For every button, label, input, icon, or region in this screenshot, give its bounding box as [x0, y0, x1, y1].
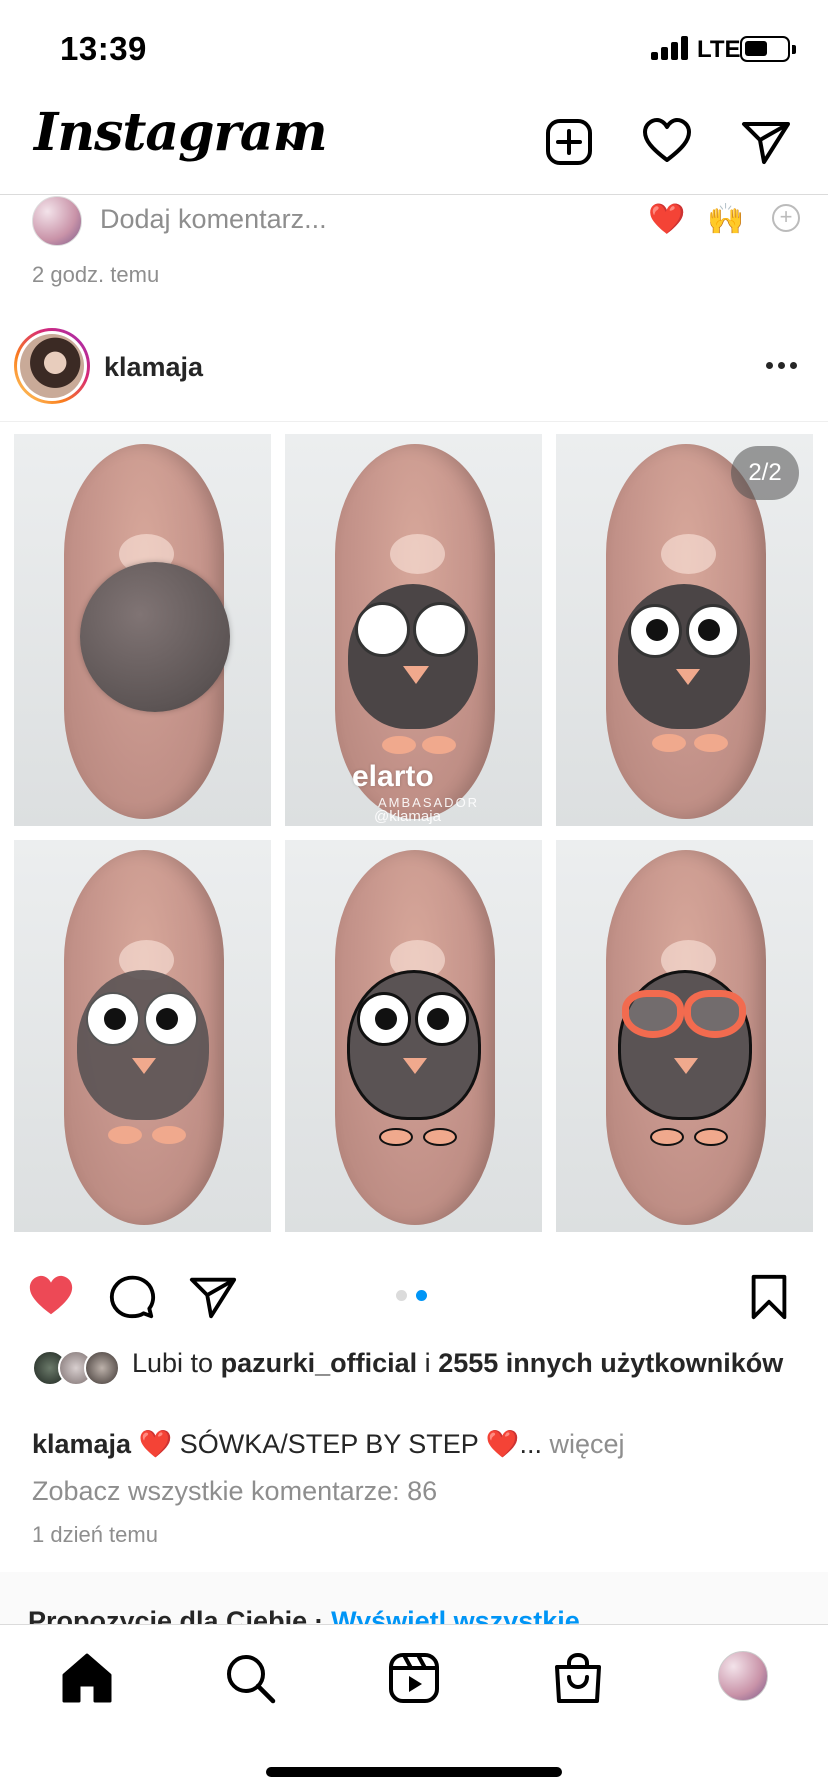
- carousel-dot-active: [416, 1290, 427, 1301]
- avatar: [20, 334, 84, 398]
- home-indicator[interactable]: [266, 1767, 562, 1777]
- carousel-counter: 2/2: [731, 446, 799, 500]
- quick-emoji-heart[interactable]: ❤️: [648, 202, 685, 237]
- likes-summary[interactable]: Lubi to pazurki_official i 2555 innych u…: [132, 1346, 802, 1380]
- share-icon[interactable]: [188, 1272, 238, 1322]
- post-timestamp: 1 dzień temu: [32, 1522, 158, 1547]
- heart-icon[interactable]: [641, 116, 693, 168]
- carousel-dot: [396, 1290, 407, 1301]
- comment-input[interactable]: Dodaj komentarz...: [100, 204, 327, 235]
- network-type: LTE: [697, 36, 741, 63]
- direct-message-icon[interactable]: [740, 116, 792, 168]
- view-all-comments-link[interactable]: Zobacz wszystkie komentarze: 86: [32, 1476, 437, 1507]
- status-time: 13:39: [60, 30, 147, 67]
- add-emoji-icon[interactable]: +: [772, 204, 800, 232]
- profile-avatar[interactable]: [718, 1651, 768, 1701]
- post-image-carousel[interactable]: [0, 422, 828, 1250]
- home-icon[interactable]: [60, 1651, 114, 1705]
- nail-step-6: [556, 840, 813, 1232]
- likers-avatars[interactable]: [32, 1350, 122, 1386]
- signal-strength-icon: [651, 36, 689, 60]
- nail-step-5: [285, 840, 542, 1232]
- caption-username[interactable]: klamaja: [32, 1429, 131, 1459]
- carousel-dots: [396, 1290, 430, 1302]
- liker-username[interactable]: pazurki_official: [221, 1348, 418, 1378]
- post-actions: [0, 1262, 828, 1332]
- quick-emoji-raised-hands[interactable]: 🙌: [707, 202, 744, 237]
- like-heart-icon[interactable]: [26, 1272, 76, 1322]
- avatar: [32, 196, 82, 246]
- post-caption: klamaja ❤️ SÓWKA/STEP BY STEP ❤️... więc…: [32, 1428, 812, 1460]
- search-icon[interactable]: [223, 1651, 277, 1705]
- comment-icon[interactable]: [107, 1272, 157, 1322]
- add-post-icon[interactable]: [543, 116, 595, 168]
- watermark-brand: elarto: [352, 760, 434, 793]
- shop-icon[interactable]: [551, 1651, 605, 1705]
- bookmark-icon[interactable]: [744, 1272, 794, 1322]
- top-header: Instagram: [0, 100, 828, 195]
- post-username[interactable]: klamaja: [104, 352, 203, 383]
- watermark-handle: @klamaja: [374, 808, 441, 825]
- caption-more-link[interactable]: więcej: [549, 1429, 624, 1459]
- post-header: klamaja: [0, 322, 828, 422]
- battery-icon: [740, 36, 796, 62]
- avatar: [84, 1350, 120, 1386]
- nail-step-1: [14, 434, 271, 826]
- bottom-tab-bar: [0, 1624, 828, 1792]
- nail-step-4: [14, 840, 271, 1232]
- caption-text: ❤️ SÓWKA/STEP BY STEP ❤️...: [138, 1429, 542, 1459]
- likes-others[interactable]: 2555 innych użytkowników: [438, 1348, 783, 1378]
- likes-joiner: i: [424, 1348, 431, 1378]
- previous-post-comment-bar: Dodaj komentarz... ❤️ 🙌 +: [0, 196, 828, 258]
- status-bar: 13:39 LTE: [0, 0, 828, 100]
- reels-icon[interactable]: [387, 1651, 441, 1705]
- likes-prefix: Lubi to: [132, 1348, 214, 1378]
- chevron-down-icon[interactable]: [282, 132, 306, 156]
- more-options-icon[interactable]: [766, 362, 798, 370]
- story-ring-avatar[interactable]: [14, 328, 90, 404]
- previous-post-time: 2 godz. temu: [32, 262, 160, 287]
